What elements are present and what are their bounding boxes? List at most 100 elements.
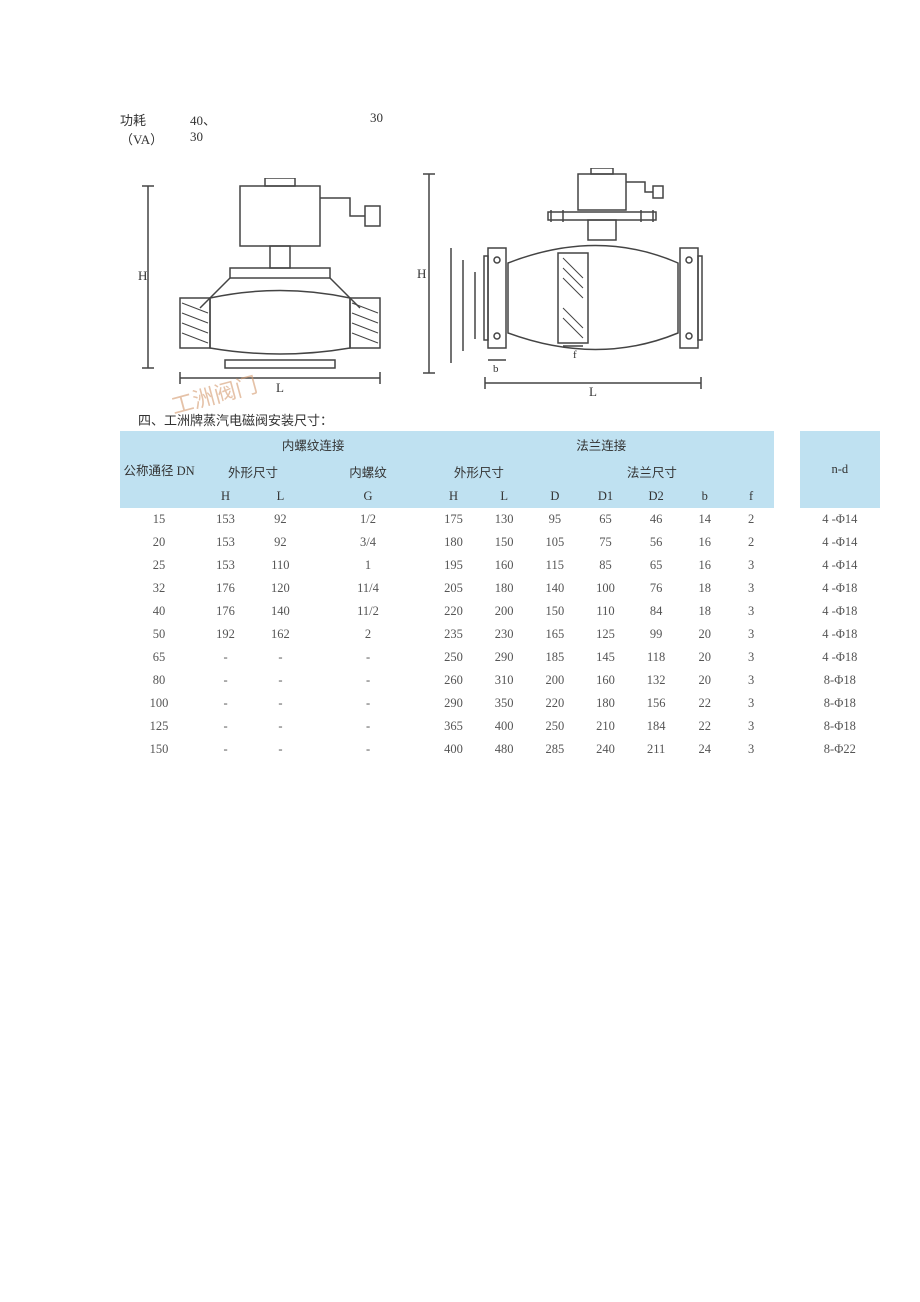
cell-fh: 195 — [428, 554, 479, 577]
cell-fl: 150 — [479, 531, 530, 554]
table-row: 150---4004802852402112438-Φ22 — [120, 738, 880, 761]
cell-nd: 4 -Φ14 — [800, 508, 880, 531]
table-row: 15153921/21751309565461424 -Φ14 — [120, 508, 880, 531]
cell-th: - — [198, 669, 253, 692]
cell-g: 1/2 — [308, 508, 428, 531]
cell-th: - — [198, 646, 253, 669]
cell-f: 2 — [728, 531, 774, 554]
cell-tl: 140 — [253, 600, 308, 623]
col-l: L — [253, 485, 308, 508]
cell-th: 153 — [198, 508, 253, 531]
cell-d2: 156 — [631, 692, 682, 715]
power-value-1a: 40、 — [190, 110, 360, 129]
cell-dn: 20 — [120, 531, 198, 554]
table-row: 20153923/418015010575561624 -Φ14 — [120, 531, 880, 554]
threaded-valve-drawing: H L — [130, 178, 410, 398]
cell-g: 2 — [308, 623, 428, 646]
cell-fh: 220 — [428, 600, 479, 623]
cell-nd: 8-Φ18 — [800, 715, 880, 738]
power-label-1: 功耗 — [120, 110, 180, 129]
cell-th: - — [198, 715, 253, 738]
cell-tl: 92 — [253, 531, 308, 554]
cell-dn: 40 — [120, 600, 198, 623]
cell-fh: 180 — [428, 531, 479, 554]
cell-f: 3 — [728, 600, 774, 623]
cell-fl: 480 — [479, 738, 530, 761]
cell-fl: 130 — [479, 508, 530, 531]
power-value-1b: 30 — [370, 110, 383, 129]
cell-fh: 205 — [428, 577, 479, 600]
cell-g: 1 — [308, 554, 428, 577]
dim-label-f: f — [573, 349, 577, 361]
cell-g: 11/2 — [308, 600, 428, 623]
power-label-2: （VA） — [120, 129, 180, 148]
cell-b: 20 — [681, 669, 727, 692]
cell-g: 11/4 — [308, 577, 428, 600]
sub-outer-2: 外形尺寸 — [428, 458, 529, 485]
cell-fl: 230 — [479, 623, 530, 646]
cell-b: 20 — [681, 623, 727, 646]
cell-d1: 125 — [580, 623, 631, 646]
cell-dn: 65 — [120, 646, 198, 669]
cell-th: - — [198, 738, 253, 761]
cell-fl: 400 — [479, 715, 530, 738]
group-flange: 法兰连接 — [428, 431, 774, 458]
cell-dn: 50 — [120, 623, 198, 646]
cell-fh: 260 — [428, 669, 479, 692]
cell-d2: 99 — [631, 623, 682, 646]
cell-b: 16 — [681, 531, 727, 554]
cell-fh: 250 — [428, 646, 479, 669]
cell-dn: 15 — [120, 508, 198, 531]
cell-d2: 184 — [631, 715, 682, 738]
cell-dn: 100 — [120, 692, 198, 715]
cell-f: 3 — [728, 692, 774, 715]
cell-d: 220 — [530, 692, 581, 715]
cell-d2: 211 — [631, 738, 682, 761]
cell-fh: 365 — [428, 715, 479, 738]
cell-g: - — [308, 669, 428, 692]
cell-fl: 200 — [479, 600, 530, 623]
sub-outer-1: 外形尺寸 — [198, 458, 308, 485]
cell-fl: 160 — [479, 554, 530, 577]
dim-label-h2: H — [417, 266, 426, 281]
cell-f: 3 — [728, 577, 774, 600]
document-page: 功耗 40、 30 （VA） 30 工洲阀门 — [0, 0, 920, 821]
cell-f: 3 — [728, 554, 774, 577]
cell-d1: 160 — [580, 669, 631, 692]
cell-d1: 145 — [580, 646, 631, 669]
cell-b: 20 — [681, 646, 727, 669]
cell-d1: 110 — [580, 600, 631, 623]
cell-nd: 4 -Φ14 — [800, 531, 880, 554]
cell-fl: 180 — [479, 577, 530, 600]
cell-d2: 76 — [631, 577, 682, 600]
col-d: D — [530, 485, 581, 508]
cell-d2: 46 — [631, 508, 682, 531]
cell-d2: 132 — [631, 669, 682, 692]
cell-nd: 4 -Φ18 — [800, 646, 880, 669]
cell-b: 14 — [681, 508, 727, 531]
table-row: 65---2502901851451182034 -Φ18 — [120, 646, 880, 669]
sub-flange-dim: 法兰尺寸 — [530, 458, 775, 485]
cell-b: 18 — [681, 577, 727, 600]
col-nd: n-d — [800, 431, 880, 508]
table-row: 125---3654002502101842238-Φ18 — [120, 715, 880, 738]
cell-dn: 125 — [120, 715, 198, 738]
cell-fl: 310 — [479, 669, 530, 692]
sub-thread: 内螺纹 — [308, 458, 428, 485]
table-row: 3217612011/4205180140100761834 -Φ18 — [120, 577, 880, 600]
cell-tl: - — [253, 715, 308, 738]
cell-b: 22 — [681, 715, 727, 738]
cell-b: 24 — [681, 738, 727, 761]
cell-b: 16 — [681, 554, 727, 577]
cell-d: 285 — [530, 738, 581, 761]
col-dn: 公称通径 DN — [120, 431, 198, 508]
group-thread: 内螺纹连接 — [198, 431, 428, 458]
cell-d: 115 — [530, 554, 581, 577]
cell-g: - — [308, 738, 428, 761]
cell-th: 176 — [198, 600, 253, 623]
cell-nd: 8-Φ18 — [800, 669, 880, 692]
cell-b: 22 — [681, 692, 727, 715]
cell-d: 150 — [530, 600, 581, 623]
cell-d1: 100 — [580, 577, 631, 600]
dim-label-l2: L — [589, 384, 597, 398]
